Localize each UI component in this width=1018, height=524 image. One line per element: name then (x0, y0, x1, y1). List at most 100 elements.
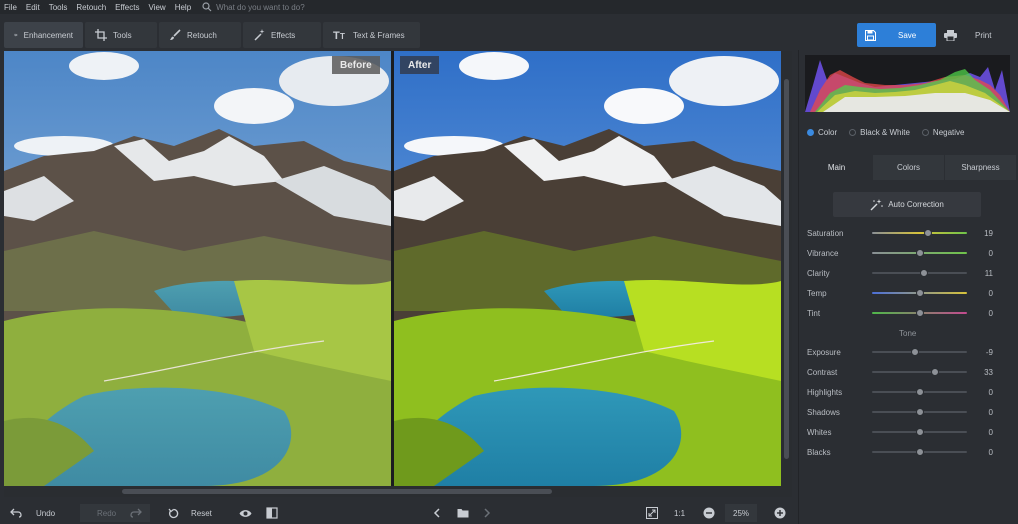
slider-contrast-track[interactable] (872, 368, 967, 376)
brush-icon (170, 29, 181, 40)
slider-shadows-label: Shadows (807, 407, 840, 417)
slider-tint-track[interactable] (872, 309, 967, 317)
after-label: After (400, 56, 440, 74)
slider-shadows-knob[interactable] (915, 408, 924, 416)
slider-saturation-label: Saturation (807, 228, 844, 238)
folder-icon (457, 509, 469, 518)
slider-clarity-knob[interactable] (920, 269, 929, 277)
mode-color-option[interactable]: Color (807, 128, 837, 137)
bottom-bar: Undo Redo Reset 1:1 25% (0, 500, 798, 524)
slider-tint-label: Tint (807, 308, 821, 318)
slider-saturation-knob[interactable] (924, 229, 933, 237)
search-input[interactable] (216, 2, 367, 12)
menu-retouch[interactable]: Retouch (76, 3, 106, 12)
tab-main[interactable]: Main (801, 155, 872, 180)
menu-edit[interactable]: Edit (26, 3, 40, 12)
feature-tabs: Enhancement Tools Retouch Effects TT Tex… (4, 22, 420, 48)
slider-exposure-label: Exposure (807, 347, 841, 357)
before-label: Before (332, 56, 380, 74)
slider-vibrance-track[interactable] (872, 249, 967, 257)
menu-effects[interactable]: Effects (115, 3, 139, 12)
after-photo (394, 51, 781, 486)
mode-color-label: Color (818, 128, 838, 137)
slider-temp-track[interactable] (872, 289, 967, 297)
image-canvas[interactable]: Before After (4, 51, 792, 497)
reset-icon (168, 508, 179, 518)
save-label: Save (898, 30, 917, 40)
preview-eye-button[interactable] (239, 504, 252, 522)
main-toolbar: Enhancement Tools Retouch Effects TT Tex… (0, 14, 1018, 50)
slider-blacks-track[interactable] (872, 448, 967, 456)
tab-retouch-label: Retouch (187, 30, 217, 40)
tab-retouch[interactable]: Retouch (159, 22, 241, 48)
redo-button[interactable]: Redo (80, 504, 151, 522)
slider-whites-value: 0 (988, 427, 993, 437)
slider-tint-value: 0 (988, 308, 993, 318)
compare-view-button[interactable] (266, 504, 278, 522)
crop-icon (95, 29, 107, 41)
previous-image-button[interactable] (433, 504, 441, 522)
slider-contrast-value: 33 (984, 367, 993, 377)
zoom-in-button[interactable] (774, 504, 786, 522)
print-button[interactable]: Print (940, 23, 1010, 47)
menu-view[interactable]: View (148, 3, 165, 12)
slider-temp-label: Temp (807, 288, 827, 298)
tab-tools[interactable]: Tools (85, 22, 157, 48)
undo-button[interactable]: Undo (10, 504, 55, 522)
reset-button[interactable]: Reset (168, 504, 212, 522)
chevron-left-icon (433, 508, 440, 518)
slider-clarity-track[interactable] (872, 269, 967, 277)
auto-correction-button[interactable]: Auto Correction (833, 192, 981, 217)
slider-vibrance: Vibrance 0 (807, 247, 1007, 259)
vertical-scroll-thumb[interactable] (784, 79, 789, 459)
tab-colors[interactable]: Colors (873, 155, 944, 180)
horizontal-scrollbar[interactable] (4, 486, 781, 497)
actual-size-button[interactable]: 1:1 (674, 504, 685, 522)
slider-temp-knob[interactable] (915, 289, 924, 297)
slider-blacks-label: Blacks (807, 447, 831, 457)
slider-whites: Whites 0 (807, 426, 1007, 438)
slider-highlights-track[interactable] (872, 388, 967, 396)
slider-blacks-value: 0 (988, 447, 993, 457)
slider-exposure-knob[interactable] (910, 348, 919, 356)
slider-clarity-value: 11 (984, 268, 993, 278)
menu-file[interactable]: File (4, 3, 17, 12)
horizontal-scroll-thumb[interactable] (122, 489, 552, 494)
radio-negative[interactable] (921, 129, 929, 136)
radio-bw[interactable] (849, 129, 857, 136)
fit-to-screen-button[interactable] (646, 504, 658, 522)
vertical-scrollbar[interactable] (781, 51, 792, 497)
slider-highlights-knob[interactable] (915, 388, 924, 396)
slider-whites-knob[interactable] (915, 428, 924, 436)
magic-wand-icon (254, 29, 265, 41)
slider-exposure: Exposure -9 (807, 346, 1007, 358)
open-folder-button[interactable] (457, 504, 469, 522)
mode-negative-option[interactable]: Negative (921, 128, 965, 137)
tab-text-frames-label: Text & Frames (353, 30, 405, 40)
tab-effects[interactable]: Effects (243, 22, 321, 48)
zoom-out-button[interactable] (703, 504, 715, 522)
menu-bar: File Edit Tools Retouch Effects View Hel… (0, 0, 1018, 14)
tab-text-frames[interactable]: TT Text & Frames (323, 22, 420, 48)
slider-tint-knob[interactable] (915, 309, 924, 317)
radio-color[interactable] (807, 129, 814, 136)
slider-clarity: Clarity 11 (807, 267, 1007, 279)
plus-circle-icon (774, 507, 786, 519)
slider-whites-track[interactable] (872, 428, 967, 436)
adjustments-panel: Color Black & White Negative Main Colors… (798, 50, 1018, 524)
menu-help[interactable]: Help (175, 3, 191, 12)
slider-blacks-knob[interactable] (915, 448, 924, 456)
menu-tools[interactable]: Tools (49, 3, 68, 12)
search-icon (202, 2, 212, 12)
slider-shadows-track[interactable] (872, 408, 967, 416)
slider-saturation-track[interactable] (872, 229, 967, 237)
save-button[interactable]: Save (857, 23, 936, 47)
tab-enhancement[interactable]: Enhancement (4, 22, 83, 48)
slider-exposure-track[interactable] (872, 348, 967, 356)
slider-contrast-knob[interactable] (930, 368, 939, 376)
next-image-button[interactable] (483, 504, 491, 522)
slider-vibrance-knob[interactable] (915, 249, 924, 257)
tab-sharpness[interactable]: Sharpness (945, 155, 1016, 180)
mode-bw-option[interactable]: Black & White (849, 128, 910, 137)
zoom-level-field[interactable]: 25% (725, 504, 758, 522)
